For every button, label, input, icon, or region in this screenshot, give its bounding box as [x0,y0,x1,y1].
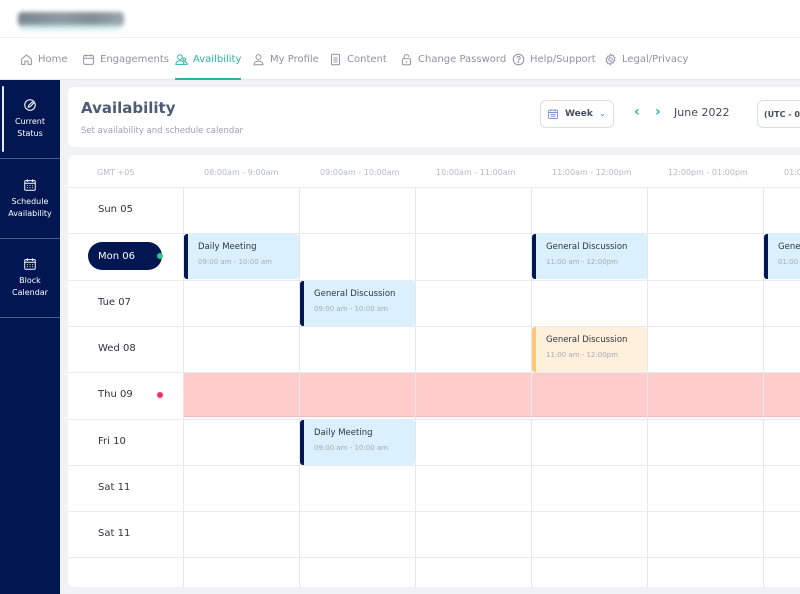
home-icon [21,53,32,65]
event-time: 09:00 am - 10:00 am [198,258,272,267]
day-label[interactable]: Sun 05 [98,204,133,215]
column-header: 10:00am - 11:00am [436,168,516,177]
help-icon [512,53,525,65]
nav-label: My Profile [270,53,319,65]
nav-label: Content [347,53,387,65]
sidebar-label: Availability [8,209,52,218]
row-divider [68,325,800,327]
calendar-icon [83,53,94,65]
row-divider [68,279,800,281]
calendar-icon [24,258,36,270]
top-bar [0,0,800,38]
calendar-icon [548,109,558,119]
day-label[interactable]: Wed 08 [98,343,136,354]
sidebar-item-schedule-availability[interactable]: Schedule Availability [0,160,60,239]
day-label[interactable]: Thu 09 [98,389,133,400]
event-card[interactable]: Daily Meeting 09:00 am - 10:00 am [184,234,299,280]
view-select[interactable]: Week ⌄ [540,100,614,128]
sidebar-label: Block [19,276,41,285]
event-card[interactable]: Daily Meeting 09:00 am - 10:00 am [300,419,415,465]
row-divider [68,372,800,374]
nav-label: Change Password [418,53,507,65]
sidebar-label: Calendar [12,288,48,297]
day-label-selected[interactable]: Mon 06 [88,242,162,271]
event-title: Daily Meeting [314,427,373,438]
event-title: General Discussion [546,242,628,253]
row-divider [68,464,800,466]
user-icon [253,53,264,65]
event-time: 09:00 am - 10:00 am [314,443,388,452]
column-header: 08:00am - 9:00am [204,168,279,177]
column-divider [299,187,300,587]
event-title: General Discussion [546,334,628,345]
nav-home[interactable]: Home [20,38,68,80]
event-card[interactable]: General Discussion 11:00 am - 12:00pm [532,234,647,280]
event-card[interactable]: General Discussion 09:00 am - 10:00 am [300,280,415,326]
month-label: June 2022 [674,106,730,119]
blocked-row[interactable] [183,372,800,418]
sidebar: Current Status Schedule Availability Blo… [0,80,60,594]
column-header: 12:00pm - 01:00pm [668,168,748,177]
top-nav: Home Engagements Availbility My Profile … [0,38,800,80]
sidebar-label: Status [17,129,43,138]
day-label[interactable]: Fri 10 [98,436,126,447]
sidebar-item-current-status[interactable]: Current Status [0,80,60,159]
event-time: 01:00 pm - 02:00pm [778,258,800,267]
nav-my-profile[interactable]: My Profile [252,38,319,80]
gear-icon [605,52,616,66]
view-select-value: Week [565,109,593,119]
event-time: 11:00 am - 12:00pm [546,350,618,359]
nav-label: Help/Support [530,53,596,65]
prev-month-button[interactable]: ‹ [634,104,640,120]
event-time: 11:00 am - 12:00pm [546,258,618,267]
lock-icon [401,53,412,65]
nav-availability[interactable]: Availbility [175,38,242,80]
nav-label: Legal/Privacy [622,53,689,65]
sidebar-label: Current [14,117,46,126]
column-divider [415,187,416,587]
column-header: 01:00pm - 02:00pm [784,168,800,177]
day-label[interactable]: Sat 11 [98,528,130,539]
nav-help-support[interactable]: Help/Support [512,38,596,80]
nav-label: Home [38,53,68,65]
page-title: Availability [81,99,176,117]
event-card[interactable]: General Discussion 11:00 am - 12:00pm [532,326,647,372]
edit-icon [24,99,36,111]
event-time: 09:00 am - 10:00 am [314,304,388,313]
row-divider [68,187,800,188]
document-icon [330,53,341,65]
row-divider [68,511,800,513]
column-header: 09:00am - 10:00am [320,168,400,177]
nav-label: Engagements [100,53,169,65]
row-divider [68,233,800,235]
page-subtitle: Set availability and schedule calendar [81,126,244,136]
calendar-icon [24,179,36,191]
row-divider [68,557,800,559]
nav-label: Availbility [193,53,242,65]
event-card[interactable]: General Discussion 01:00 pm - 02:00pm [764,234,800,280]
column-header: 11:00am - 12:00pm [552,168,632,177]
next-month-button[interactable]: › [655,104,661,120]
available-status-dot [157,253,163,260]
day-label[interactable]: Tue 07 [98,297,131,308]
sidebar-label: Schedule [11,197,49,206]
event-title: General Discussion [314,288,396,299]
nav-content[interactable]: Content [329,38,387,80]
brand-underline [20,24,120,30]
sidebar-item-block-calendar[interactable]: Block Calendar [0,239,60,318]
nav-engagements[interactable]: Engagements [82,38,169,80]
event-title: Daily Meeting [198,242,257,253]
event-title: General Discussion [778,242,800,253]
nav-change-password[interactable]: Change Password [400,38,506,80]
day-label[interactable]: Sat 11 [98,482,130,493]
chevron-down-icon: ⌄ [599,109,606,118]
blocked-status-dot [157,392,163,399]
column-divider [647,187,648,587]
row-divider [68,418,800,420]
users-icon [175,53,188,65]
nav-legal-privacy[interactable]: Legal/Privacy [604,38,688,80]
calendar-grid: GMT +05 08:00am - 9:00am 09:00am - 10:00a… [68,155,800,587]
timezone-label: GMT +05 [97,168,135,177]
timezone-select[interactable]: (UTC - 06:00) [757,100,800,128]
